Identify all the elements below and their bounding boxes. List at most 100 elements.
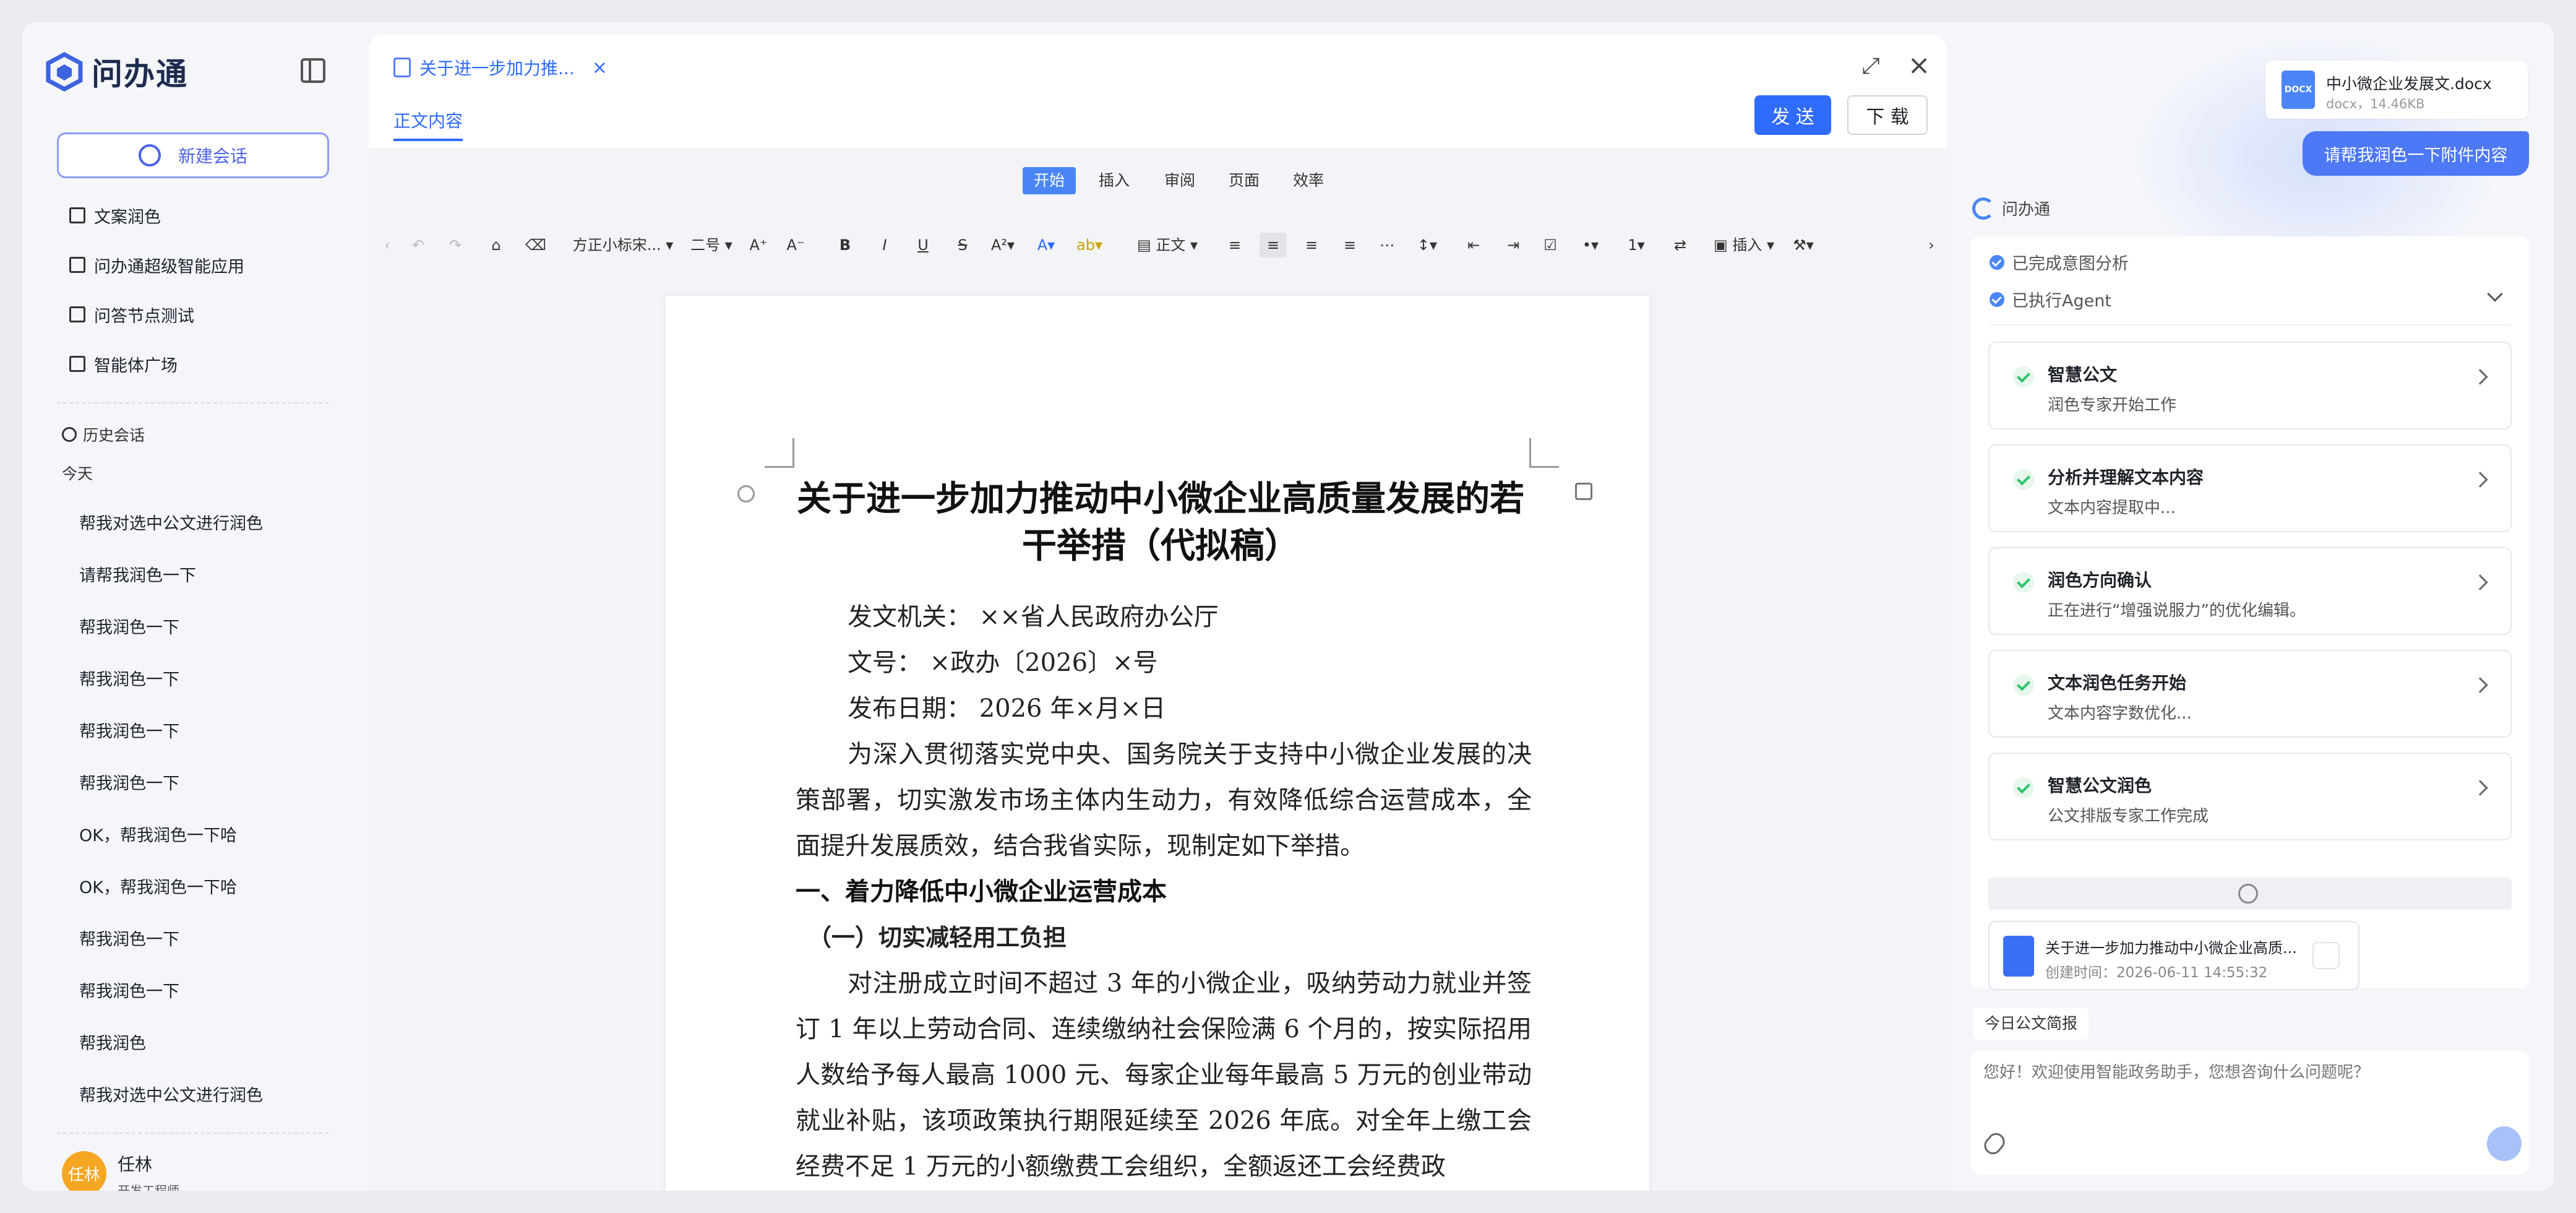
decrease-indent-icon[interactable]: ⇤: [1461, 233, 1486, 257]
history-item[interactable]: 帮我润色: [79, 1030, 146, 1054]
align-right-icon[interactable]: ≡: [1299, 233, 1324, 257]
download-button[interactable]: 下 载: [1847, 95, 1928, 135]
menu-item-super-app[interactable]: 问办通超级智能应用: [69, 246, 244, 283]
agent-step[interactable]: 分析并理解文本内容 文本内容提取中...: [1988, 444, 2512, 532]
send-icon[interactable]: [2487, 1126, 2522, 1161]
chat-input[interactable]: [1983, 1063, 2515, 1082]
paragraph-style-select[interactable]: ▤ 正文 ▾: [1127, 233, 1208, 257]
ribbon-tab-efficiency[interactable]: 效率: [1282, 167, 1335, 194]
scroll-right-icon[interactable]: ›: [1925, 233, 1938, 257]
history-item[interactable]: 帮我润色一下: [79, 770, 179, 794]
bot-response-card: 已完成意图分析 已执行Agent 智慧公文 润色专家开始工作 分析并理解文本内容文…: [1971, 236, 2529, 990]
text-direction-icon[interactable]: ⇄: [1668, 233, 1693, 257]
daily-brief-chip[interactable]: 今日公文简报: [1973, 1008, 2089, 1040]
numbered-list-icon[interactable]: 1▾: [1621, 233, 1652, 257]
chevron-down-icon[interactable]: [2487, 286, 2503, 302]
history-item[interactable]: OK，帮我润色一下哈: [79, 874, 237, 898]
chevron-up-icon: [2238, 884, 2258, 904]
ribbon-tab-page[interactable]: 页面: [1217, 167, 1271, 194]
agent-step[interactable]: 智慧公文 润色专家开始工作: [1988, 342, 2512, 430]
ribbon-tab-start[interactable]: 开始: [1023, 167, 1076, 194]
checklist-icon[interactable]: ☑: [1538, 233, 1563, 257]
user-message: 请帮我润色一下附件内容: [2303, 131, 2529, 176]
download-icon[interactable]: [2312, 942, 2340, 969]
step-title: 智慧公文润色: [2048, 775, 2152, 796]
result-attachment[interactable]: 关于进一步加力推动中小微企业高质... 创建时间：2026-06-11 14:5…: [1988, 921, 2359, 990]
italic-icon[interactable]: I: [872, 233, 897, 257]
undo-icon[interactable]: ↶: [406, 233, 431, 257]
history-item[interactable]: 帮我对选中公文进行润色: [79, 1082, 263, 1106]
close-tab-icon[interactable]: ×: [592, 57, 608, 79]
agent-step[interactable]: 润色方向确认 正在进行“增强说服力”的优化编辑。: [1988, 547, 2512, 635]
uploaded-file-card[interactable]: DOCX 中小微企业发展文.docx docx，14.46KB: [2265, 61, 2528, 119]
check-icon: [2013, 469, 2034, 490]
document-tab[interactable]: 关于进一步加力推... ×: [393, 53, 608, 82]
ribbon-tab-review[interactable]: 审阅: [1153, 167, 1206, 194]
sidebar-divider: [57, 402, 329, 404]
doc-issuer: 发文机关： ××省人民政府办公厅: [848, 603, 1219, 631]
history-item[interactable]: 帮我润色一下: [79, 614, 179, 638]
new-chat-icon: [138, 144, 161, 166]
clear-format-icon[interactable]: ⌫: [523, 233, 548, 257]
paragraph-handle-icon[interactable]: [737, 485, 755, 503]
history-item[interactable]: 请帮我润色一下: [79, 562, 196, 586]
shrink-font-icon[interactable]: A⁻: [783, 233, 808, 257]
history-item[interactable]: 帮我润色一下: [79, 926, 179, 950]
file-meta: docx，14.46KB: [2326, 97, 2425, 111]
check-icon: [2013, 572, 2034, 593]
underline-icon[interactable]: U: [911, 233, 935, 257]
history-item[interactable]: 帮我润色一下: [79, 666, 179, 690]
increase-indent-icon[interactable]: ⇥: [1501, 233, 1526, 257]
format-painter-icon[interactable]: ⌂: [484, 233, 509, 257]
close-icon[interactable]: ×: [1905, 52, 1933, 79]
history-item[interactable]: 帮我润色一下: [79, 978, 179, 1002]
insert-menu[interactable]: ▣ 插入 ▾: [1710, 233, 1778, 257]
bold-icon[interactable]: B: [833, 233, 857, 257]
app-name: 问办通: [92, 56, 188, 92]
strikethrough-icon[interactable]: S: [950, 233, 975, 257]
bullet-list-icon[interactable]: •▾: [1575, 233, 1606, 257]
align-left-icon[interactable]: ≡: [1222, 233, 1247, 257]
ribbon-tab-insert[interactable]: 插入: [1088, 167, 1141, 194]
line-spacing-icon[interactable]: ↕▾: [1412, 233, 1443, 257]
document-page[interactable]: 关于进一步加力推动中小微企业高质量发展的若干举措（代拟稿） 发文机关： ××省人…: [666, 296, 1649, 1191]
font-color-icon[interactable]: A▾: [1031, 233, 1062, 257]
history-item[interactable]: OK，帮我润色一下哈: [79, 822, 237, 846]
font-size-select[interactable]: 二号 ▾: [687, 233, 736, 257]
justify-icon[interactable]: ≡: [1337, 233, 1362, 257]
document-icon: [69, 306, 85, 322]
chat-input-box: [1971, 1051, 2529, 1175]
menu-item-agent-square[interactable]: 智能体广场: [69, 345, 178, 382]
superscript-icon[interactable]: A²▾: [987, 233, 1018, 257]
send-button[interactable]: 发 送: [1754, 95, 1831, 135]
new-chat-button[interactable]: 新建会话: [57, 132, 329, 178]
tab-body-content[interactable]: 正文内容: [393, 108, 463, 141]
menu-item-label: 智能体广场: [94, 356, 178, 376]
expand-icon[interactable]: ⤢: [1857, 53, 1884, 80]
history-item[interactable]: 帮我对选中公文进行润色: [79, 510, 263, 534]
font-size-value: 二号: [690, 236, 721, 254]
agent-step[interactable]: 文本润色任务开始 文本内容字数优化...: [1988, 650, 2512, 738]
status-agent[interactable]: 已执行Agent: [1990, 287, 2111, 311]
sidebar-toggle-icon[interactable]: [301, 58, 325, 83]
distribute-icon[interactable]: ⋯: [1375, 233, 1399, 257]
menu-item-qa-node-test[interactable]: 问答节点测试: [69, 296, 194, 333]
highlight-icon[interactable]: ab▾: [1074, 233, 1105, 257]
grow-font-icon[interactable]: A⁺: [746, 233, 771, 257]
scroll-left-icon[interactable]: ‹: [381, 233, 393, 257]
history-item[interactable]: 帮我润色一下: [79, 718, 179, 742]
redo-icon[interactable]: ↷: [443, 233, 468, 257]
check-icon: [2013, 366, 2034, 387]
collapse-steps-button[interactable]: [1988, 878, 2512, 910]
agent-step[interactable]: 智慧公文润色 公文排版专家工作完成: [1988, 753, 2512, 840]
format-toolbar: ‹ ↶ ↷ ⌂ ⌫ 方正小标宋... ▾ 二号 ▾ A⁺ A⁻ B I U S …: [369, 214, 1946, 276]
menu-item-copy-polish[interactable]: 文案润色: [69, 197, 161, 234]
file-name: 中小微企业发展文.docx: [2326, 75, 2492, 93]
user-profile[interactable]: 任林 任林 开发工程师: [62, 1151, 179, 1191]
tools-icon[interactable]: ⚒▾: [1788, 233, 1819, 257]
add-comment-icon[interactable]: [1575, 483, 1592, 500]
step-title: 分析并理解文本内容: [2048, 467, 2204, 488]
align-center-icon[interactable]: ≡: [1260, 233, 1287, 257]
attach-icon[interactable]: [1980, 1129, 2009, 1158]
font-family-select[interactable]: 方正小标宋... ▾: [570, 233, 676, 257]
